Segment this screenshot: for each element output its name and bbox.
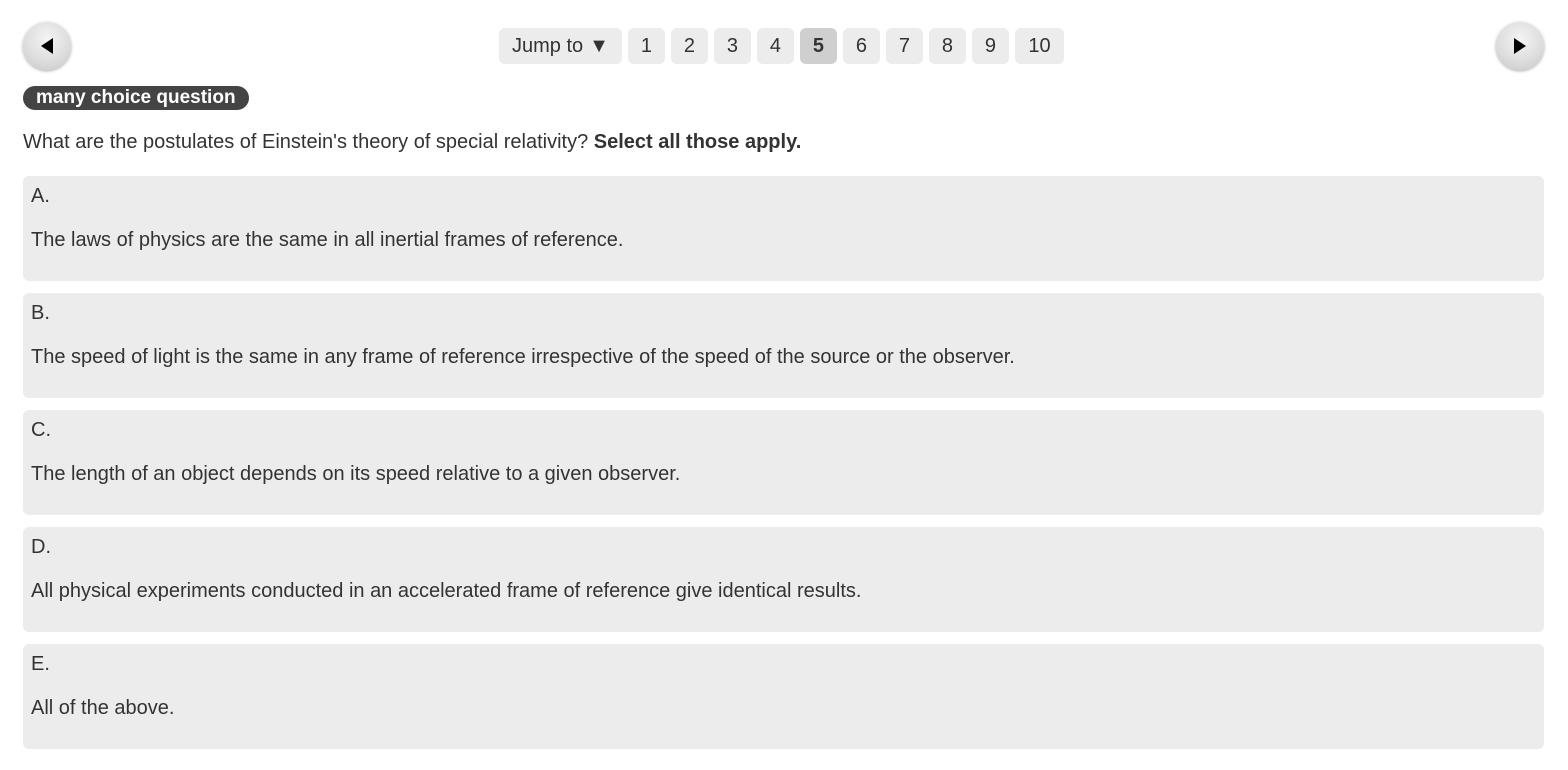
- option-letter: A.: [31, 185, 50, 207]
- caret-down-icon: ▼: [589, 34, 609, 57]
- page-button-9[interactable]: 9: [971, 28, 1009, 64]
- page-button-1[interactable]: 1: [627, 28, 665, 64]
- option-text: All physical experiments conducted in an…: [31, 580, 862, 602]
- next-question-button[interactable]: [1496, 22, 1544, 70]
- page-button-8[interactable]: 8: [928, 28, 966, 64]
- question-text: What are the postulates of Einstein's th…: [23, 131, 594, 153]
- answer-options: A. The laws of physics are the same in a…: [23, 176, 1544, 761]
- option-letter: C.: [31, 419, 51, 441]
- question-pager: Jump to ▼ 1 2 3 4 5 6 7 8 9 10: [499, 28, 1070, 64]
- page-button-10[interactable]: 10: [1014, 28, 1064, 64]
- option-text: The length of an object depends on its s…: [31, 463, 681, 485]
- quiz-page: Jump to ▼ 1 2 3 4 5 6 7 8 9 10 many choi…: [0, 0, 1568, 770]
- option-a[interactable]: A. The laws of physics are the same in a…: [23, 176, 1544, 281]
- option-text: The speed of light is the same in any fr…: [31, 346, 1015, 368]
- option-text: All of the above.: [31, 697, 175, 719]
- option-d[interactable]: D. All physical experiments conducted in…: [23, 527, 1544, 632]
- page-button-6[interactable]: 6: [842, 28, 880, 64]
- previous-question-button[interactable]: [23, 22, 71, 70]
- page-button-5-current[interactable]: 5: [799, 28, 837, 64]
- option-letter: E.: [31, 653, 50, 675]
- page-button-4[interactable]: 4: [756, 28, 794, 64]
- triangle-right-icon: [1514, 38, 1526, 54]
- option-letter: B.: [31, 302, 50, 324]
- question-instruction: Select all those apply.: [593, 131, 802, 153]
- question-type-badge: many choice question: [23, 86, 249, 110]
- jump-to-label: Jump to: [512, 34, 584, 57]
- option-e[interactable]: E. All of the above.: [23, 644, 1544, 749]
- option-letter: D.: [31, 536, 51, 558]
- option-c[interactable]: C. The length of an object depends on it…: [23, 410, 1544, 515]
- question-prompt: What are the postulates of Einstein's th…: [23, 131, 801, 154]
- jump-to-dropdown[interactable]: Jump to ▼: [499, 28, 622, 64]
- triangle-left-icon: [41, 38, 53, 54]
- option-text: The laws of physics are the same in all …: [31, 229, 624, 251]
- option-b[interactable]: B. The speed of light is the same in any…: [23, 293, 1544, 398]
- page-button-7[interactable]: 7: [885, 28, 923, 64]
- page-button-3[interactable]: 3: [713, 28, 751, 64]
- page-button-2[interactable]: 2: [670, 28, 708, 64]
